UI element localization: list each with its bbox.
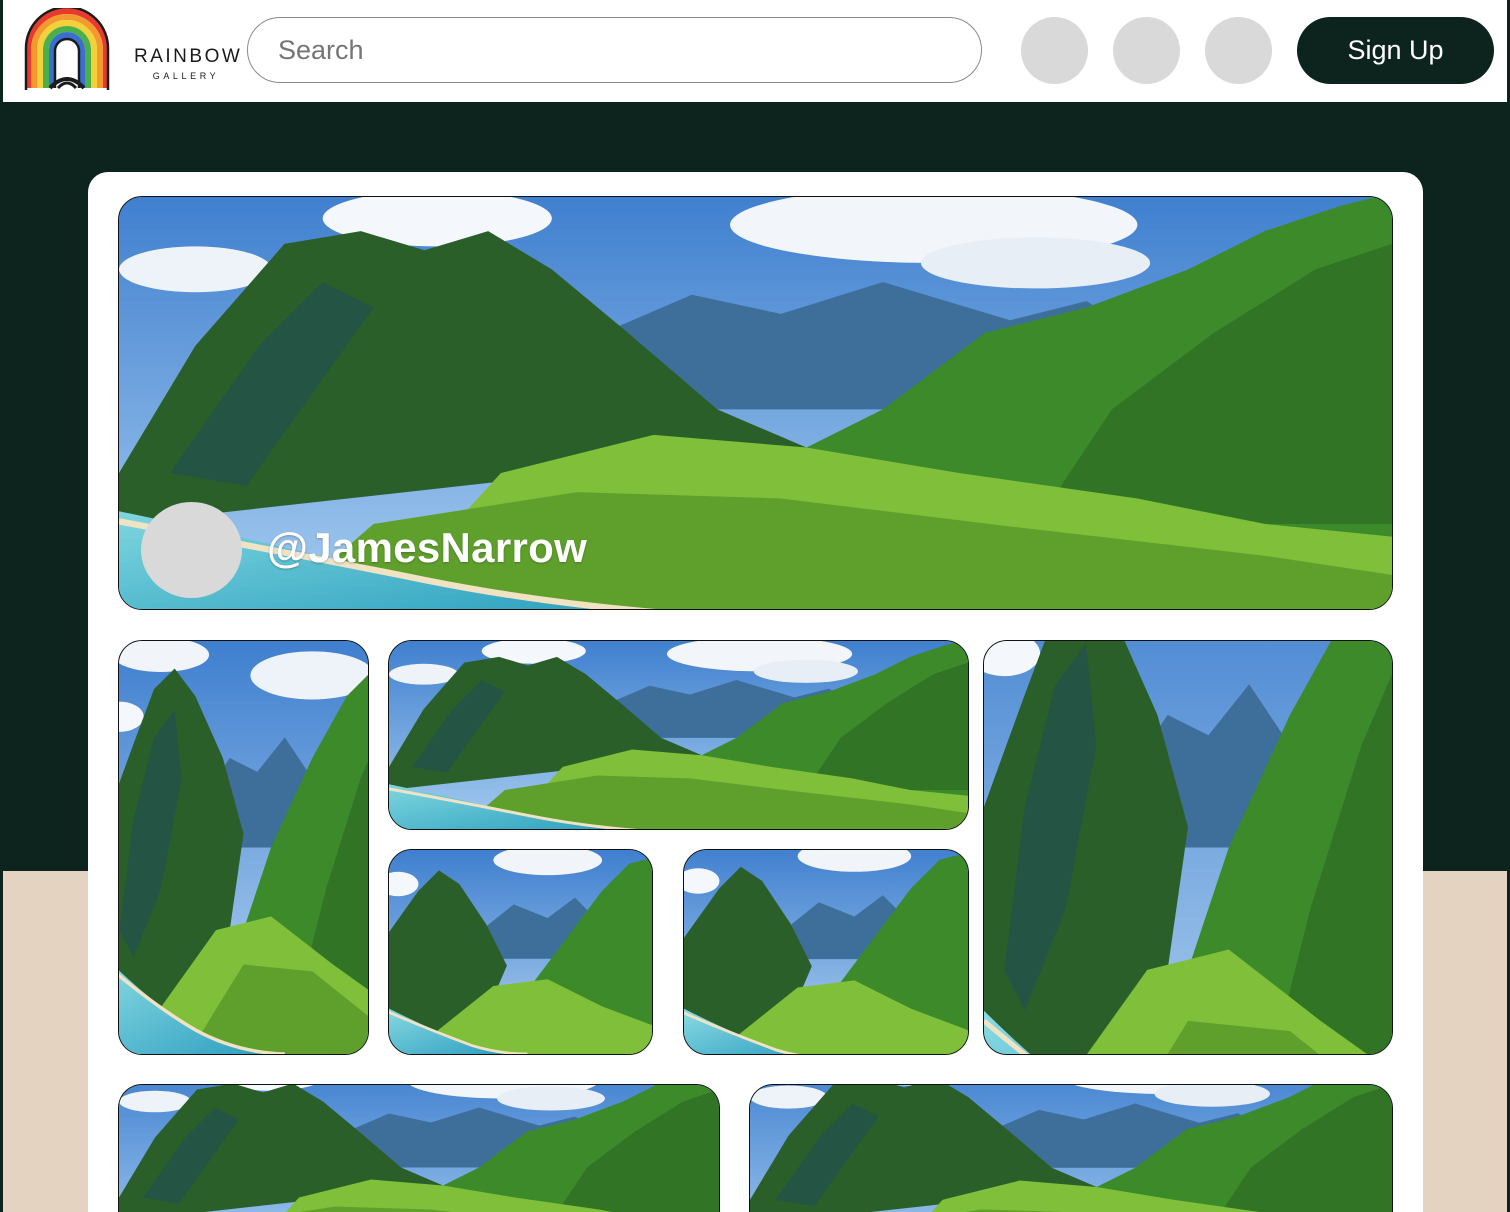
landscape-photo-illustration xyxy=(750,1085,1392,1212)
gallery-photo[interactable] xyxy=(983,640,1393,1055)
brand-tagline: GALLERY xyxy=(152,71,220,81)
landscape-photo-illustration xyxy=(684,850,968,1054)
gallery-photo[interactable] xyxy=(118,1084,720,1212)
header-icon-button-3[interactable] xyxy=(1205,17,1272,84)
header-icon-button-2[interactable] xyxy=(1113,17,1180,84)
landscape-photo-illustration xyxy=(119,641,368,1054)
search-input[interactable] xyxy=(278,30,958,70)
gallery-photo[interactable] xyxy=(388,849,653,1055)
gallery-photo[interactable] xyxy=(388,640,969,830)
brand-name: RAINBOW xyxy=(134,46,243,67)
profile-avatar[interactable] xyxy=(141,502,242,598)
landscape-photo-illustration xyxy=(389,850,652,1054)
gallery-photo[interactable] xyxy=(118,640,369,1055)
header-icon-button-1[interactable] xyxy=(1021,17,1088,84)
gallery-photo[interactable] xyxy=(683,849,969,1055)
top-navigation-bar: RAINBOW GALLERY Sign Up xyxy=(0,0,1510,102)
search-bar[interactable] xyxy=(247,17,982,83)
rainbow-arch-icon xyxy=(24,8,110,90)
landscape-photo-illustration xyxy=(119,1085,719,1212)
profile-username[interactable]: @JamesNarrow xyxy=(267,524,587,572)
gallery-photo[interactable] xyxy=(749,1084,1393,1212)
sign-up-button[interactable]: Sign Up xyxy=(1297,17,1494,84)
rainbow-gallery-logo[interactable]: RAINBOW GALLERY xyxy=(24,8,240,92)
landscape-photo-illustration xyxy=(389,641,968,829)
landscape-photo-illustration xyxy=(984,641,1392,1054)
